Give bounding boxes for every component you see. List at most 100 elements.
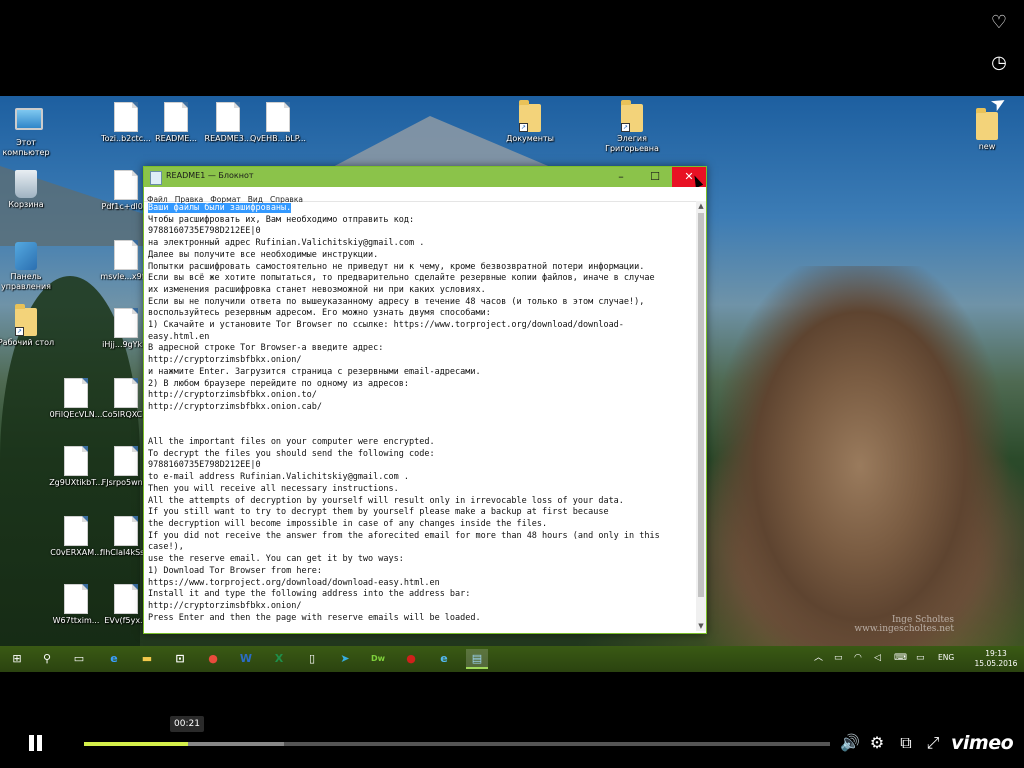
editor-line: All the attempts of decryption by yourse… [148, 495, 624, 506]
editor-line: 1) Download Tor Browser from here: [148, 565, 322, 576]
window-titlebar[interactable]: README1 — Блокнот – ☐ ✕ [144, 167, 706, 189]
taskbar-store-icon[interactable]: ⊡ [169, 649, 191, 669]
editor-line: Press Enter and then the page with reser… [148, 612, 481, 623]
clock-time: 19:13 [985, 649, 1007, 658]
folder-icon: ↗ [621, 100, 643, 132]
text-editor-area[interactable]: Ваши файлы были зашифрованы. Чтобы расши… [148, 203, 691, 627]
taskbar: ⊞ ⚲ ▭ e ▬ ⊡ ● W X ▯ ➤ Dw ● e ▤ ︿ ▭ ◠ ◁ ⌨ ▭ ENG 19:1… [0, 646, 1024, 672]
pause-icon [37, 735, 42, 751]
tree-trunk-background [690, 266, 1024, 646]
pause-button[interactable] [27, 735, 45, 753]
editor-line: Если вы не получили ответа по вышеуказан… [148, 296, 645, 307]
taskbar-notepad-icon[interactable]: ▤ [466, 649, 488, 669]
fullscreen-icon[interactable]: ⤢ [923, 733, 943, 753]
editor-line: Далее вы получите все необходимые инстру… [148, 249, 379, 260]
volume-icon[interactable]: ◁ [874, 652, 881, 664]
like-heart-icon[interactable]: ♡ [988, 12, 1010, 34]
document-icon [64, 378, 88, 408]
document-icon [64, 584, 88, 614]
shortcut-arrow-icon: ↗ [519, 123, 528, 132]
shortcut-arrow-icon: ↗ [15, 327, 24, 336]
clock[interactable]: 19:13 15.05.2016 [974, 649, 1018, 669]
editor-line: Then you will receive all necessary inst… [148, 483, 399, 494]
editor-line: и нажмите Enter. Загрузится страница с р… [148, 366, 481, 377]
taskbar-word-icon[interactable]: W [235, 649, 257, 669]
document-icon [64, 516, 88, 546]
editor-line: If you still want to try to decrypt them… [148, 507, 609, 518]
document-icon [64, 446, 88, 476]
taskbar-ie-icon[interactable]: e [433, 649, 455, 669]
progress-played [84, 742, 188, 746]
scrollbar-thumb[interactable] [698, 213, 704, 597]
editor-line: http://cryptorzimsbfbkx.onion.to/ [148, 390, 317, 401]
window-title: README1 — Блокнот [166, 171, 254, 180]
editor-line: case!), [148, 542, 184, 553]
maximize-button[interactable]: ☐ [638, 167, 672, 187]
editor-line: 2) В любом браузере перейдите по одному … [148, 378, 409, 389]
taskbar-file-icon[interactable]: ▯ [301, 649, 323, 669]
scroll-down-icon[interactable]: ▼ [697, 621, 705, 631]
volume-icon[interactable]: 🔊 [840, 733, 860, 753]
search-button[interactable]: ⚲ [36, 649, 58, 669]
editor-line: https://www.torproject.org/download/down… [148, 577, 440, 588]
taskbar-excel-icon[interactable]: X [268, 649, 290, 669]
language-indicator[interactable]: ENG [938, 652, 954, 664]
editor-text-lines: Чтобы расшифровать их, Вам необходимо от… [148, 215, 660, 623]
action-center-icon[interactable]: ▭ [916, 652, 925, 664]
task-view-button[interactable]: ▭ [68, 649, 90, 669]
settings-gear-icon[interactable]: ⚙ [867, 733, 887, 753]
progress-bar[interactable] [84, 742, 830, 746]
taskbar-dreamweaver-icon[interactable]: Dw [367, 649, 389, 669]
picture-in-picture-icon[interactable]: ⧉ [895, 733, 917, 753]
desktop-icon-desktop-folder[interactable]: ↗ Рабочий стол [0, 304, 58, 348]
desktop-icon-this-pc[interactable]: Этот компьютер [0, 102, 58, 158]
notepad-window[interactable]: README1 — Блокнот – ☐ ✕ Файл Правка Формат… [143, 166, 707, 634]
notepad-icon [150, 171, 162, 185]
desktop-icon-file[interactable]: QvEHB...bLP... [246, 102, 310, 144]
watch-later-clock-icon[interactable]: ◷ [988, 52, 1010, 74]
minimize-button[interactable]: – [604, 167, 638, 187]
vertical-scrollbar[interactable]: ▲ ▼ [696, 201, 706, 631]
taskbar-telegram-icon[interactable]: ➤ [334, 649, 356, 669]
taskbar-record-icon[interactable]: ● [400, 649, 422, 669]
document-icon [114, 308, 138, 338]
show-hidden-icons-icon[interactable]: ︿ [814, 652, 823, 664]
taskbar-chrome-icon[interactable]: ● [202, 649, 224, 669]
clock-date: 15.05.2016 [974, 659, 1018, 668]
editor-line: If you did not receive the answer from t… [148, 530, 660, 541]
desktop-icon-new-folder[interactable]: new [955, 108, 1019, 152]
document-icon [114, 516, 138, 546]
taskbar-explorer-icon[interactable]: ▬ [136, 649, 158, 669]
menu-bar: Файл Правка Формат Вид Справка [144, 187, 706, 204]
desktop-icon-documents-folder[interactable]: ↗ Документы [498, 100, 562, 144]
recycle-bin-icon [15, 170, 37, 198]
editor-line: Попытки расшифровать самостоятельно не п… [148, 261, 645, 272]
document-icon [114, 446, 138, 476]
player-controls: 🔊 ⚙ ⧉ ⤢ vimeo [0, 720, 1024, 768]
start-button[interactable]: ⊞ [6, 649, 28, 669]
keyboard-icon[interactable]: ⌨ [894, 652, 907, 664]
network-icon[interactable]: ◠ [854, 652, 862, 664]
editor-line: на электронный адрес Rufinian.Valichitsk… [148, 238, 425, 249]
desktop-icon-control-panel[interactable]: Панель управления [0, 242, 58, 292]
editor-line: http://cryptorzimsbfbkx.onion/ [148, 600, 302, 611]
document-icon [114, 378, 138, 408]
editor-line: воспользуйтесь резервным адресом. Его мо… [148, 308, 491, 319]
editor-line: To decrypt the files you should send the… [148, 448, 435, 459]
battery-icon[interactable]: ▭ [834, 652, 843, 664]
vimeo-logo[interactable]: vimeo [951, 732, 1014, 754]
editor-line: 9788160735E798D212EE|0 [148, 226, 261, 237]
system-tray: ︿ ▭ ◠ ◁ ⌨ ▭ ENG 19:13 15.05.2016 [808, 646, 1018, 672]
editor-line: to e-mail address Rufinian.Valichitskiy@… [148, 472, 409, 483]
desktop-icon-recycle-bin[interactable]: Корзина [0, 170, 58, 210]
control-panel-icon [15, 242, 37, 270]
document-icon [114, 102, 138, 132]
editor-line: Чтобы расшифровать их, Вам необходимо от… [148, 214, 415, 225]
editor-line: Если вы всё же хотите попытаться, то пре… [148, 273, 655, 284]
editor-line: http://cryptorzimsbfbkx.onion.cab/ [148, 401, 322, 412]
pause-icon [29, 735, 34, 751]
taskbar-edge-icon[interactable]: e [103, 649, 125, 669]
desktop-icon-folder[interactable]: ↗ Элегия Григорьевна [600, 100, 664, 154]
scroll-up-icon[interactable]: ▲ [697, 201, 705, 211]
editor-line: http://cryptorzimsbfbkx.onion/ [148, 355, 302, 366]
